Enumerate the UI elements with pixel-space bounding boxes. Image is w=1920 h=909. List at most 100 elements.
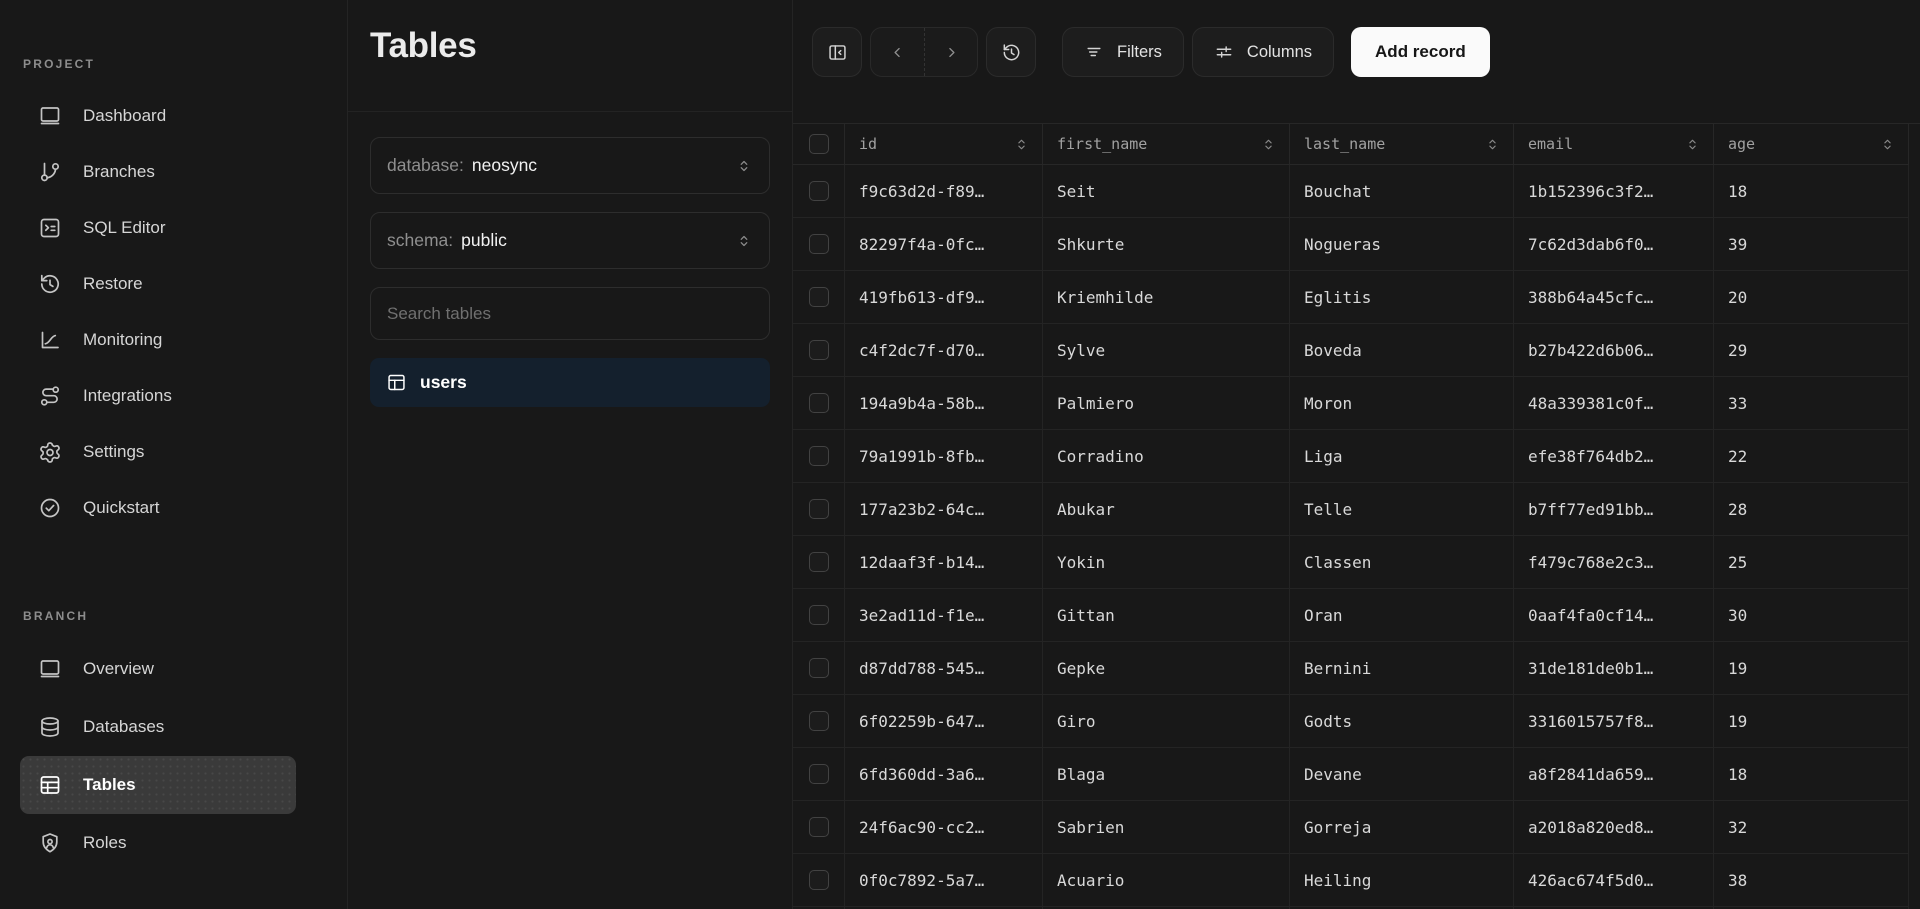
column-header-id[interactable]: id xyxy=(845,124,1043,164)
column-header-email[interactable]: email xyxy=(1514,124,1714,164)
sidebar-item-overview[interactable]: Overview xyxy=(20,640,296,698)
table-cell-id[interactable]: 194a9b4a-58b… xyxy=(845,377,1043,429)
table-cell-age[interactable]: 28 xyxy=(1714,483,1909,535)
table-cell-first_name[interactable]: Kriemhilde xyxy=(1043,271,1290,323)
sort-icon[interactable] xyxy=(1260,136,1277,153)
sidebar-item-branches[interactable]: Branches xyxy=(20,144,296,200)
table-cell-email[interactable]: a2018a820ed8… xyxy=(1514,801,1714,853)
sidebar-item-roles[interactable]: Roles xyxy=(20,814,296,872)
table-cell-last_name[interactable]: Moron xyxy=(1290,377,1514,429)
sidebar-item-restore[interactable]: Restore xyxy=(20,256,296,312)
table-cell-age[interactable]: 22 xyxy=(1714,430,1909,482)
table-cell-age[interactable]: 19 xyxy=(1714,642,1909,694)
table-cell-id[interactable]: f9c63d2d-f89… xyxy=(845,165,1043,217)
column-header-age[interactable]: age xyxy=(1714,124,1909,164)
table-cell-id[interactable]: 12daaf3f-b14… xyxy=(845,536,1043,588)
row-checkbox[interactable] xyxy=(808,181,829,201)
table-cell-last_name[interactable]: Nogueras xyxy=(1290,218,1514,270)
table-cell-id[interactable]: 6fd360dd-3a6… xyxy=(845,748,1043,800)
table-cell-last_name[interactable]: Boveda xyxy=(1290,324,1514,376)
table-cell-id[interactable]: 79a1991b-8fb… xyxy=(845,430,1043,482)
table-cell-email[interactable]: 48a339381c0f… xyxy=(1514,377,1714,429)
table-cell-email[interactable]: efe38f764db2… xyxy=(1514,430,1714,482)
table-cell-age[interactable]: 20 xyxy=(1714,271,1909,323)
previous-page-button[interactable] xyxy=(871,28,924,76)
row-checkbox[interactable] xyxy=(808,764,829,784)
row-checkbox[interactable] xyxy=(808,393,829,413)
select-all-checkbox[interactable] xyxy=(808,134,829,154)
table-cell-first_name[interactable]: Shkurte xyxy=(1043,218,1290,270)
sidebar-item-sql-editor[interactable]: SQL Editor xyxy=(20,200,296,256)
columns-button[interactable]: Columns xyxy=(1191,27,1335,77)
row-checkbox[interactable] xyxy=(808,499,829,519)
table-cell-first_name[interactable]: Corradino xyxy=(1043,430,1290,482)
schema-select[interactable]: schema: public xyxy=(370,212,770,269)
row-checkbox[interactable] xyxy=(808,234,829,254)
table-cell-last_name[interactable]: Godts xyxy=(1290,695,1514,747)
table-cell-last_name[interactable]: Liga xyxy=(1290,430,1514,482)
sidebar-item-databases[interactable]: Databases xyxy=(20,698,296,756)
database-select[interactable]: database: neosync xyxy=(370,137,770,194)
table-cell-id[interactable]: 82297f4a-0fc… xyxy=(845,218,1043,270)
sidebar-item-dashboard[interactable]: Dashboard xyxy=(20,88,296,144)
table-cell-age[interactable]: 18 xyxy=(1714,165,1909,217)
table-cell-last_name[interactable]: Eglitis xyxy=(1290,271,1514,323)
table-cell-id[interactable]: 419fb613-df9… xyxy=(845,271,1043,323)
table-cell-email[interactable]: 31de181de0b1… xyxy=(1514,642,1714,694)
collapse-panel-button[interactable] xyxy=(812,27,862,77)
row-checkbox[interactable] xyxy=(808,711,829,731)
table-cell-email[interactable]: 7c62d3dab6f0… xyxy=(1514,218,1714,270)
table-list-item-users[interactable]: users xyxy=(370,358,770,407)
row-checkbox[interactable] xyxy=(808,605,829,625)
row-checkbox[interactable] xyxy=(808,870,829,890)
table-cell-first_name[interactable]: Acuario xyxy=(1043,854,1290,906)
table-cell-first_name[interactable]: Giro xyxy=(1043,695,1290,747)
table-cell-age[interactable]: 30 xyxy=(1714,589,1909,641)
table-cell-id[interactable]: 24f6ac90-cc2… xyxy=(845,801,1043,853)
next-page-button[interactable] xyxy=(924,28,977,76)
table-cell-id[interactable]: d87dd788-545… xyxy=(845,642,1043,694)
table-cell-age[interactable]: 33 xyxy=(1714,377,1909,429)
table-cell-email[interactable]: 1b152396c3f2… xyxy=(1514,165,1714,217)
table-cell-id[interactable]: 6f02259b-647… xyxy=(845,695,1043,747)
table-cell-last_name[interactable]: Heiling xyxy=(1290,854,1514,906)
table-cell-last_name[interactable]: Bernini xyxy=(1290,642,1514,694)
row-checkbox[interactable] xyxy=(808,552,829,572)
row-checkbox[interactable] xyxy=(808,287,829,307)
sort-icon[interactable] xyxy=(1684,136,1701,153)
row-checkbox[interactable] xyxy=(808,658,829,678)
table-cell-last_name[interactable]: Gorreja xyxy=(1290,801,1514,853)
table-cell-first_name[interactable]: Seit xyxy=(1043,165,1290,217)
sort-icon[interactable] xyxy=(1484,136,1501,153)
search-tables-input[interactable] xyxy=(370,287,770,340)
sidebar-item-integrations[interactable]: Integrations xyxy=(20,368,296,424)
table-cell-email[interactable]: f479c768e2c3… xyxy=(1514,536,1714,588)
table-cell-id[interactable]: 3e2ad11d-f1e… xyxy=(845,589,1043,641)
table-cell-id[interactable]: c4f2dc7f-d70… xyxy=(845,324,1043,376)
table-cell-first_name[interactable]: Yokin xyxy=(1043,536,1290,588)
table-cell-email[interactable]: b7ff77ed91bb… xyxy=(1514,483,1714,535)
row-checkbox[interactable] xyxy=(808,340,829,360)
sidebar-item-quickstart[interactable]: Quickstart xyxy=(20,480,296,536)
table-cell-first_name[interactable]: Palmiero xyxy=(1043,377,1290,429)
table-cell-last_name[interactable]: Devane xyxy=(1290,748,1514,800)
sort-icon[interactable] xyxy=(1879,136,1896,153)
table-cell-id[interactable]: 177a23b2-64c… xyxy=(845,483,1043,535)
table-cell-last_name[interactable]: Oran xyxy=(1290,589,1514,641)
table-cell-age[interactable]: 25 xyxy=(1714,536,1909,588)
sort-icon[interactable] xyxy=(1013,136,1030,153)
filters-button[interactable]: Filters xyxy=(1062,27,1184,77)
table-cell-first_name[interactable]: Sylve xyxy=(1043,324,1290,376)
row-checkbox[interactable] xyxy=(808,446,829,466)
add-record-button[interactable]: Add record xyxy=(1351,27,1490,77)
table-cell-age[interactable]: 39 xyxy=(1714,218,1909,270)
sidebar-item-settings[interactable]: Settings xyxy=(20,424,296,480)
table-cell-first_name[interactable]: Sabrien xyxy=(1043,801,1290,853)
sidebar-item-monitoring[interactable]: Monitoring xyxy=(20,312,296,368)
table-cell-email[interactable]: b27b422d6b06… xyxy=(1514,324,1714,376)
table-cell-first_name[interactable]: Abukar xyxy=(1043,483,1290,535)
table-cell-age[interactable]: 18 xyxy=(1714,748,1909,800)
column-header-last_name[interactable]: last_name xyxy=(1290,124,1514,164)
table-cell-first_name[interactable]: Gepke xyxy=(1043,642,1290,694)
table-cell-last_name[interactable]: Bouchat xyxy=(1290,165,1514,217)
